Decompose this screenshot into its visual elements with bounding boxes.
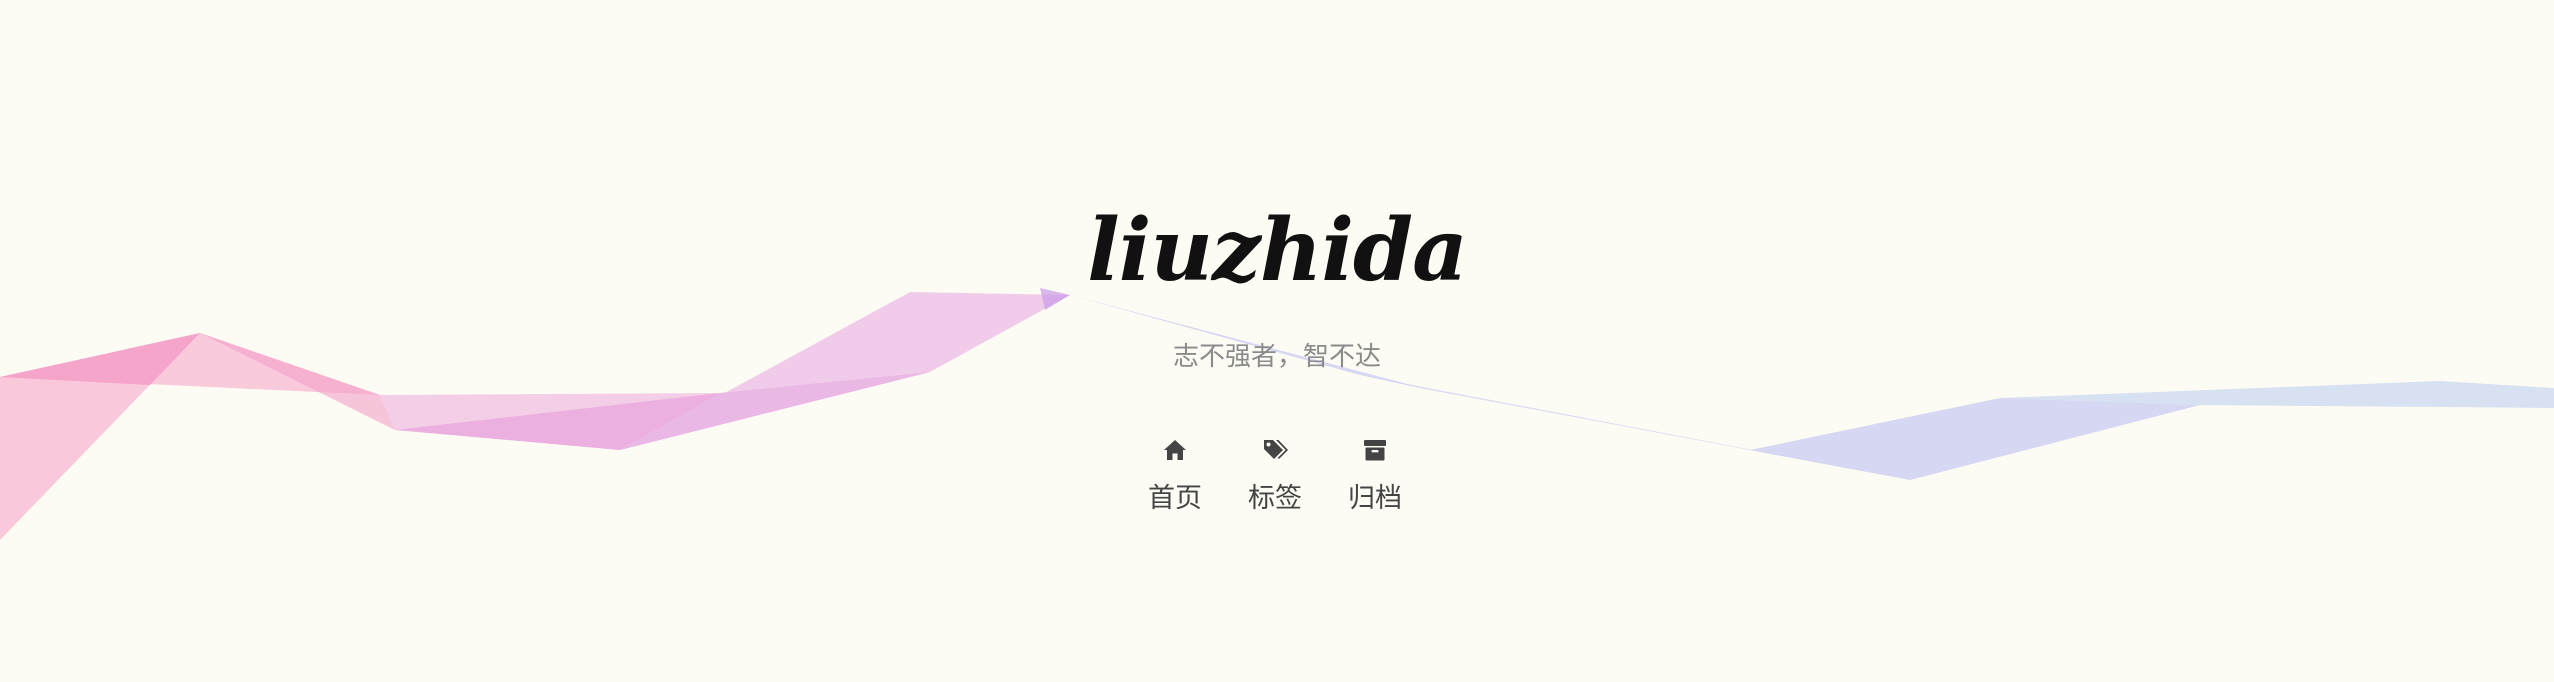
nav-item-tags[interactable]: 标签 [1225, 432, 1325, 522]
nav-label-home: 首页 [1148, 483, 1202, 514]
archive-icon [1364, 440, 1386, 461]
main-nav: 首页 标签 归档 [1125, 432, 1425, 522]
nav-item-home[interactable]: 首页 [1125, 432, 1225, 522]
nav-label-archive: 归档 [1348, 483, 1402, 514]
site-header: liuzhida 志不强者，智不达 首页 标签 归档 [0, 0, 2554, 682]
site-title[interactable]: liuzhida [0, 196, 2554, 306]
nav-label-tags: 标签 [1248, 483, 1302, 514]
page: liuzhida 志不强者，智不达 首页 标签 归档 [0, 0, 2554, 682]
tags-icon [1264, 440, 1288, 459]
nav-item-archive[interactable]: 归档 [1325, 432, 1425, 522]
home-icon [1164, 440, 1186, 460]
site-subtitle: 志不强者，智不达 [1172, 342, 1381, 372]
